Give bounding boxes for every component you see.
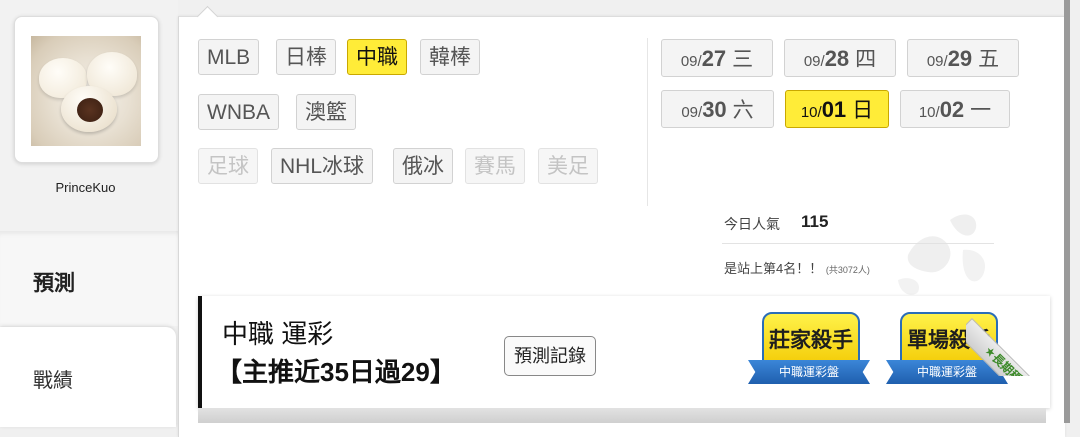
- date-1001[interactable]: 10/01 日: [785, 90, 889, 128]
- card-footer-bar: [198, 408, 1046, 423]
- sport-tag-wnba[interactable]: WNBA: [198, 94, 279, 130]
- rank-total: (共3072人): [825, 265, 870, 275]
- prediction-record-button[interactable]: 預測記錄: [504, 336, 596, 376]
- corner-ribbon: ★長期穩定: [966, 296, 1046, 376]
- sport-tag-nbl[interactable]: 澳籃: [296, 94, 356, 130]
- sport-tag-horse: 賽馬: [465, 148, 525, 184]
- sport-tag-npb[interactable]: 日棒: [276, 39, 336, 75]
- date-0929[interactable]: 09/29 五: [907, 39, 1019, 77]
- sport-tag-mlb[interactable]: MLB: [198, 39, 260, 75]
- filter-divider: [647, 38, 648, 206]
- date-0928[interactable]: 09/28 四: [784, 39, 896, 77]
- avatar[interactable]: [31, 36, 141, 146]
- badge-ribbon: 中職運彩盤: [748, 360, 870, 384]
- rank-text: 是站上第4名！！ (共3072人): [724, 258, 870, 277]
- popularity-label: 今日人氣: [724, 216, 780, 232]
- username[interactable]: PrinceKuo: [14, 180, 157, 195]
- tab-record-label: 戰績: [33, 370, 73, 392]
- card-subtitle: 【主推近35日過29】: [216, 357, 456, 387]
- date-1002[interactable]: 10/02 一: [900, 90, 1010, 128]
- sport-tag-khl[interactable]: 俄冰: [393, 148, 453, 184]
- profile-sidebar: PrinceKuo 預測 戰績: [0, 0, 178, 427]
- avatar-frame: [14, 16, 159, 163]
- sport-tag-nhl[interactable]: NHL冰球: [271, 148, 374, 184]
- sport-tag-nfl: 美足: [538, 148, 598, 184]
- popularity-value: 115: [801, 212, 829, 231]
- tab-record[interactable]: 戰績: [0, 327, 176, 427]
- date-0930[interactable]: 09/30 六: [661, 90, 774, 128]
- tab-predict-label: 預測: [33, 272, 75, 295]
- date-0927[interactable]: 09/27 三: [661, 39, 773, 77]
- badge-bookmaker-killer: 莊家殺手 中職運彩盤: [748, 312, 870, 392]
- tab-predict[interactable]: 預測: [0, 231, 178, 326]
- rank-main: 是站上第4名！！: [724, 261, 823, 276]
- sport-tag-kbo[interactable]: 韓棒: [420, 39, 480, 75]
- scrollbar[interactable]: [1064, 0, 1070, 423]
- corner-ribbon-label: ★長期穩定: [966, 318, 1046, 376]
- sport-tag-cpbl[interactable]: 中職: [347, 39, 407, 75]
- card-title: 中職 運彩: [222, 319, 334, 349]
- sport-tag-soccer: 足球: [198, 148, 258, 184]
- mascot-watermark-icon: [898, 214, 986, 295]
